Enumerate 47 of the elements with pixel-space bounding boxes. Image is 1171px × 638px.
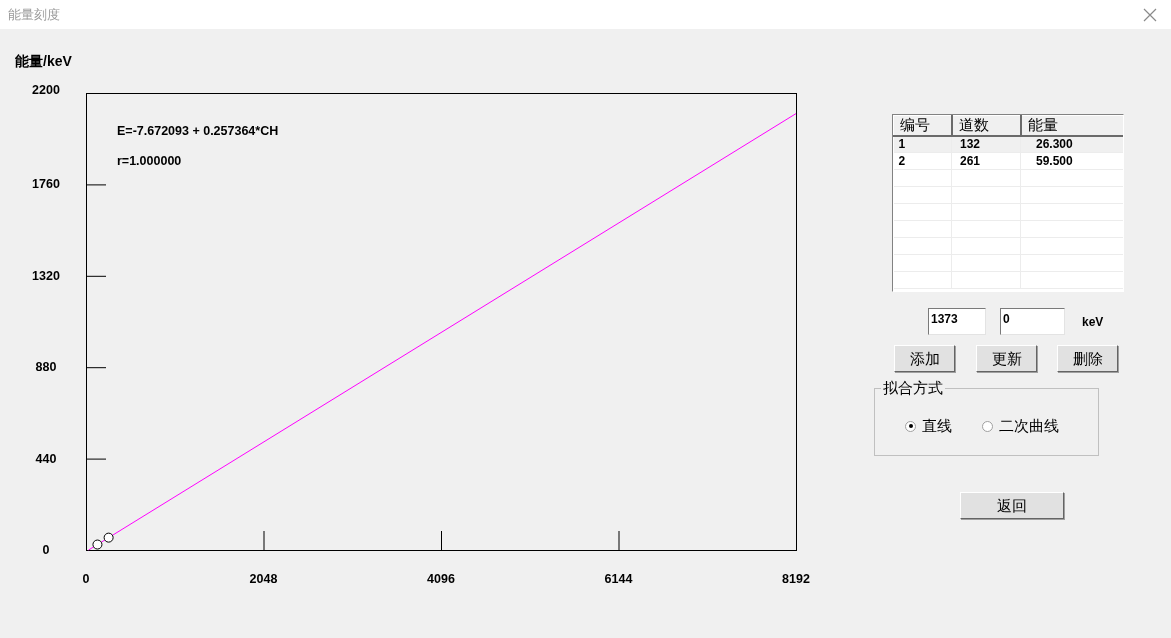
y-tick-mark [85,367,107,369]
action-button[interactable]: 更新 [976,345,1037,372]
table-cell: 1 [893,135,952,153]
x-tick-mark [441,530,442,551]
y-tick-mark [85,458,107,460]
equation-text: E=-7.672093 + 0.257364*CH [117,124,279,138]
y-tick-label: 0 [42,543,50,557]
x-tick-label: 8192 [782,572,810,586]
close-icon [1143,7,1157,22]
table-cell: 59.500 [1020,152,1123,170]
radio-label[interactable]: 直线 [922,417,952,435]
unit-label: keV [1082,313,1104,331]
y-tick-label: 880 [35,360,57,375]
y-tick-mark [85,184,107,186]
x-tick-label: 0 [82,572,90,586]
group-title: 拟合方式 [881,379,945,397]
y-tick-label: 1320 [32,268,60,283]
radio-label[interactable]: 二次曲线 [999,417,1059,435]
action-button[interactable]: 添加 [894,345,955,372]
table-cell: 2 [893,152,952,170]
x-tick-label: 4096 [427,572,455,586]
window-title: 能量刻度 [8,5,60,24]
x-tick-label: 6144 [604,572,633,586]
y-axis-label: 能量/keV [15,53,72,69]
table-cell: 261 [951,152,1021,170]
radio-button[interactable] [905,420,916,432]
data-point-marker [103,532,114,543]
y-tick-mark [85,275,107,277]
column-header[interactable]: 道数 [951,115,1021,136]
input-field[interactable]: 0 [1000,308,1065,335]
y-tick-label: 440 [35,451,57,466]
data-point-marker [92,539,103,550]
y-tick-label: 2200 [32,83,60,97]
close-button[interactable] [1143,7,1157,22]
equation-text: r=1.000000 [117,154,182,168]
table-cell: 132 [951,135,1021,153]
x-tick-mark [618,530,620,551]
y-tick-label: 1760 [32,177,60,192]
table-cell: 26.300 [1020,135,1123,153]
x-tick-label: 2048 [249,572,278,586]
return-button[interactable]: 返回 [960,492,1064,519]
input-field[interactable]: 1373 [928,308,986,335]
column-header[interactable]: 能量 [1020,115,1123,136]
action-button[interactable]: 删除 [1057,345,1118,372]
x-tick-mark [263,530,265,551]
column-header[interactable]: 编号 [893,115,952,136]
radio-button[interactable] [982,420,993,432]
